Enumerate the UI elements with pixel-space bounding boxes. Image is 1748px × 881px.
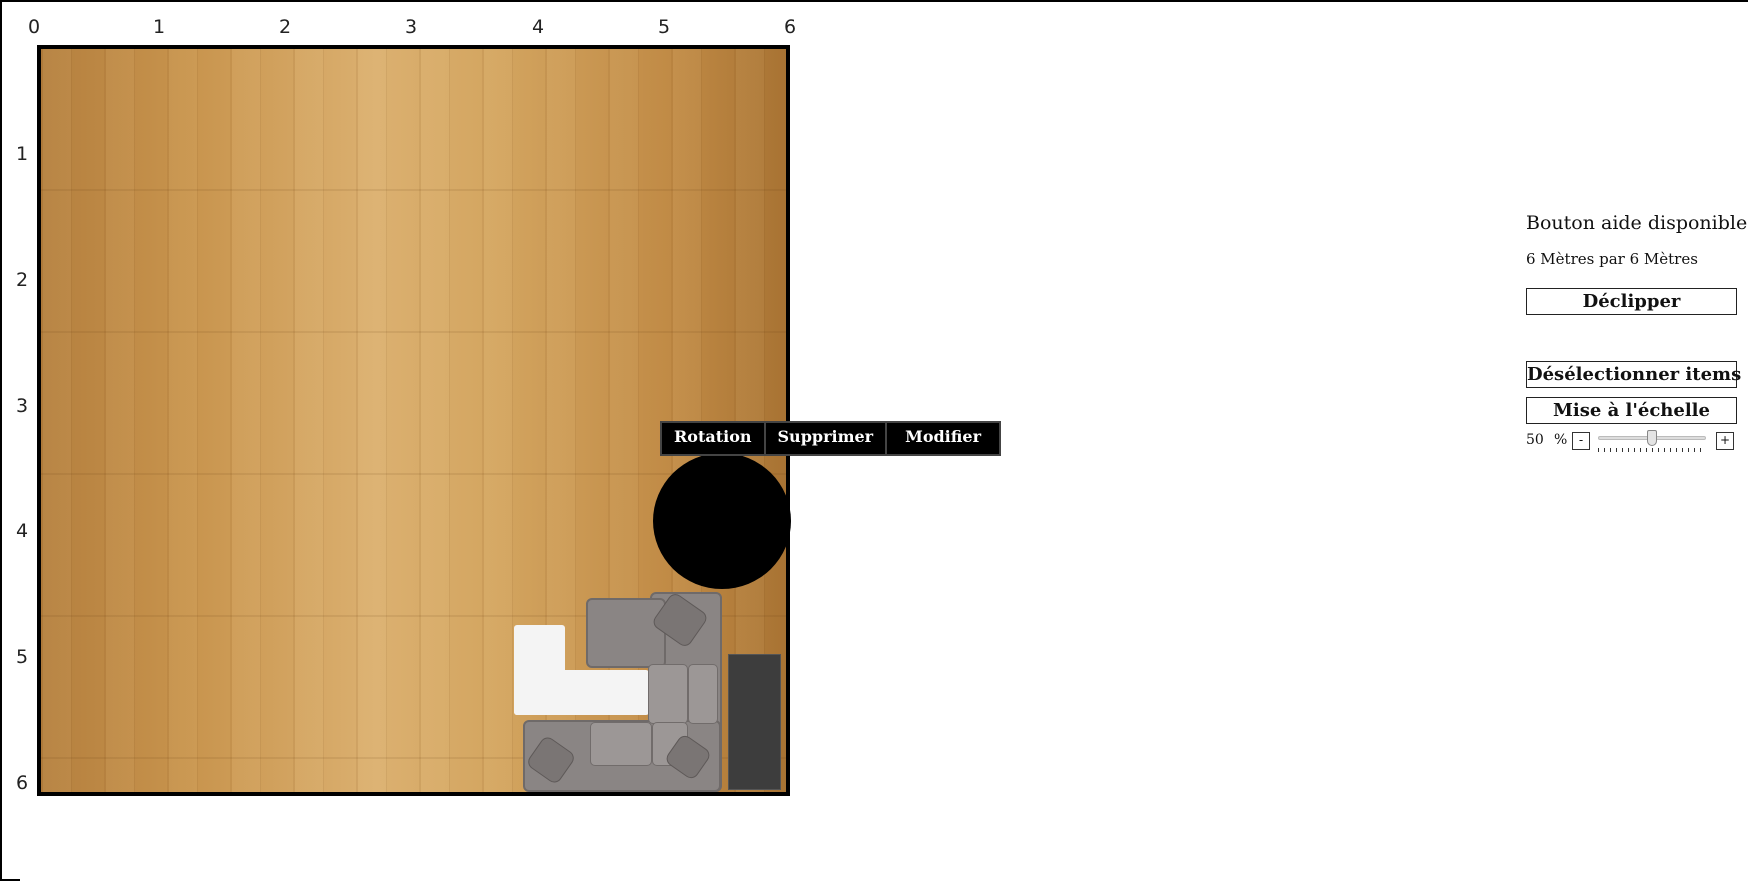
- y-ruler-label: 4: [15, 520, 29, 542]
- sofa-cushion: [688, 664, 718, 724]
- sofa-cushion: [648, 664, 688, 724]
- page-left-border: [0, 0, 2, 881]
- round-table-selected[interactable]: [653, 453, 791, 589]
- x-ruler-label: 4: [531, 16, 545, 38]
- y-ruler-label: 6: [15, 772, 29, 794]
- x-ruler-label: 3: [404, 16, 418, 38]
- cabinet[interactable]: [728, 654, 781, 790]
- x-ruler-label: 2: [278, 16, 292, 38]
- page-top-border: [0, 0, 1748, 2]
- scale-unit: %: [1554, 432, 1568, 448]
- scale-slider-ticks: [1598, 448, 1706, 452]
- x-ruler-label: 6: [783, 16, 797, 38]
- delete-button[interactable]: Supprimer: [765, 423, 888, 454]
- x-ruler-label: 1: [152, 16, 166, 38]
- sofa-top-chaise[interactable]: [586, 598, 666, 668]
- help-notice: Bouton aide disponible!: [1526, 212, 1748, 234]
- y-ruler-label: 5: [15, 646, 29, 668]
- desk-segment[interactable]: [514, 670, 649, 715]
- rotate-button[interactable]: Rotation: [662, 423, 766, 454]
- scale-button[interactable]: Mise à l'échelle: [1526, 397, 1737, 424]
- scale-control: 50 % - +: [1526, 430, 1738, 454]
- scale-value: 50: [1526, 432, 1544, 448]
- y-ruler-label: 3: [15, 395, 29, 417]
- room-dimensions: 6 Mètres par 6 Mètres: [1526, 250, 1698, 268]
- x-ruler-label: 5: [657, 16, 671, 38]
- sofa-cushion: [590, 722, 652, 766]
- scale-increment-button[interactable]: +: [1716, 432, 1734, 450]
- scale-decrement-button[interactable]: -: [1572, 432, 1590, 450]
- x-ruler-label: 0: [27, 16, 41, 38]
- item-context-toolbar: Rotation Supprimer Modifier: [660, 421, 1001, 456]
- edit-button[interactable]: Modifier: [887, 423, 999, 454]
- scale-slider-thumb[interactable]: [1647, 430, 1657, 446]
- unclip-button[interactable]: Déclipper: [1526, 288, 1737, 315]
- y-ruler-label: 1: [15, 143, 29, 165]
- deselect-items-button[interactable]: Désélectionner items: [1526, 361, 1741, 388]
- y-ruler-label: 2: [15, 269, 29, 291]
